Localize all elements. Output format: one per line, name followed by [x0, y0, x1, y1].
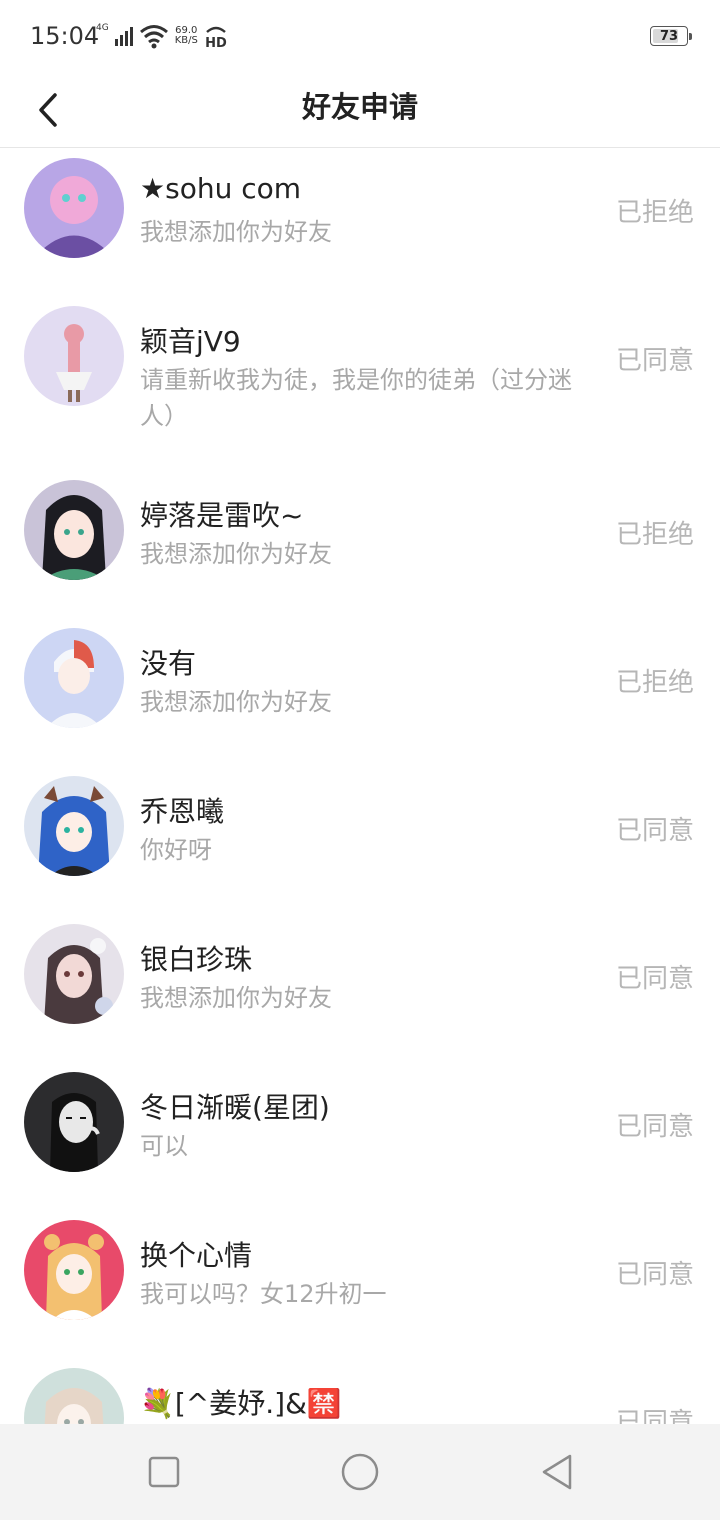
request-message: 我可以吗？女12升初一: [140, 1280, 387, 1308]
navigation-bar: [0, 1424, 720, 1520]
friend-request-list: ★sohu com 我想添加你为好友 已拒绝 颖音jV9 请重新收我为徒，我是你…: [0, 150, 720, 1424]
requester-name: 冬日渐暖(星团): [140, 1091, 330, 1124]
friend-request-row[interactable]: 冬日渐暖(星团) 可以 已同意: [0, 1064, 720, 1212]
friend-request-row[interactable]: 没有 我想添加你为好友 已拒绝: [0, 620, 720, 768]
requester-name: 银白珍珠: [140, 943, 253, 976]
triangle-back-icon: [542, 1454, 572, 1490]
speed-unit: KB/S: [174, 35, 198, 46]
request-message: 我想添加你为好友: [140, 688, 332, 716]
avatar[interactable]: [24, 1072, 124, 1172]
requester-name: 婷落是雷吹~: [140, 499, 304, 532]
battery-level: 73: [659, 28, 679, 44]
friend-request-row[interactable]: 银白珍珠 我想添加你为好友 已同意: [0, 916, 720, 1064]
request-message: 我想添加你为好友: [140, 540, 332, 568]
friend-request-row[interactable]: 乔恩曦 你好呀 已同意: [0, 768, 720, 916]
avatar[interactable]: [24, 158, 124, 258]
requester-name: 颖音jV9: [140, 325, 241, 358]
request-status: 已拒绝: [615, 668, 694, 698]
square-icon: [148, 1456, 180, 1488]
avatar[interactable]: [24, 1220, 124, 1320]
status-time: 15:04: [30, 22, 100, 50]
requester-name: 没有: [140, 647, 197, 680]
status-icons: 4G 69.0 KB/S HD: [96, 22, 228, 50]
friend-request-row[interactable]: 换个心情 我可以吗？女12升初一 已同意: [0, 1212, 720, 1360]
request-message: 请重新收我为徒，我是你的徒弟（过分迷人）: [140, 366, 572, 430]
network-type: 4G: [96, 23, 109, 33]
request-message: 可以: [140, 1132, 188, 1160]
request-status: 已同意: [615, 1260, 694, 1290]
friend-request-row[interactable]: 颖音jV9 请重新收我为徒，我是你的徒弟（过分迷人） 已同意: [0, 298, 720, 472]
friend-request-row[interactable]: 婷落是雷吹~ 我想添加你为好友 已拒绝: [0, 472, 720, 620]
svg-text:HD: HD: [205, 36, 227, 49]
page-title: 好友申请: [301, 90, 418, 124]
recents-button[interactable]: [142, 1450, 186, 1494]
home-button[interactable]: [338, 1450, 382, 1494]
request-status: 已拒绝: [615, 198, 694, 228]
request-message: 我想添加你为好友: [140, 984, 332, 1012]
hd-icon: HD: [205, 26, 227, 49]
request-message: 你好呀: [140, 836, 212, 864]
circle-icon: [341, 1453, 379, 1491]
status-bar: 15:04 4G 69.0 KB/S HD 73: [0, 0, 720, 72]
request-status: 已同意: [615, 346, 694, 376]
back-nav-button[interactable]: [534, 1450, 578, 1494]
avatar[interactable]: [24, 1368, 124, 1424]
avatar[interactable]: [24, 306, 124, 406]
friend-request-row[interactable]: ★sohu com 我想添加你为好友 已拒绝: [0, 150, 720, 298]
request-status: 已同意: [615, 1408, 694, 1424]
requester-name: ★sohu com: [140, 172, 302, 205]
request-status: 已拒绝: [615, 520, 694, 550]
friend-request-row[interactable]: 💐[^姜妤.]&🈲 已同意: [0, 1360, 720, 1424]
avatar[interactable]: [24, 924, 124, 1024]
signal-icon: [114, 26, 133, 46]
request-status: 已同意: [615, 964, 694, 994]
wifi-icon: [139, 25, 168, 49]
request-message: 我想添加你为好友: [140, 218, 332, 246]
requester-name: 换个心情: [140, 1239, 253, 1272]
avatar[interactable]: [24, 776, 124, 876]
requester-name: 💐[^姜妤.]&🈲: [140, 1387, 342, 1420]
request-status: 已同意: [615, 816, 694, 846]
page-header: 好友申请: [0, 72, 720, 148]
battery-icon: 73: [650, 26, 692, 46]
avatar[interactable]: [24, 628, 124, 728]
request-status: 已同意: [615, 1112, 694, 1142]
network-speed: 69.0 KB/S: [175, 26, 198, 46]
avatar[interactable]: [24, 480, 124, 580]
requester-name: 乔恩曦: [140, 795, 225, 828]
